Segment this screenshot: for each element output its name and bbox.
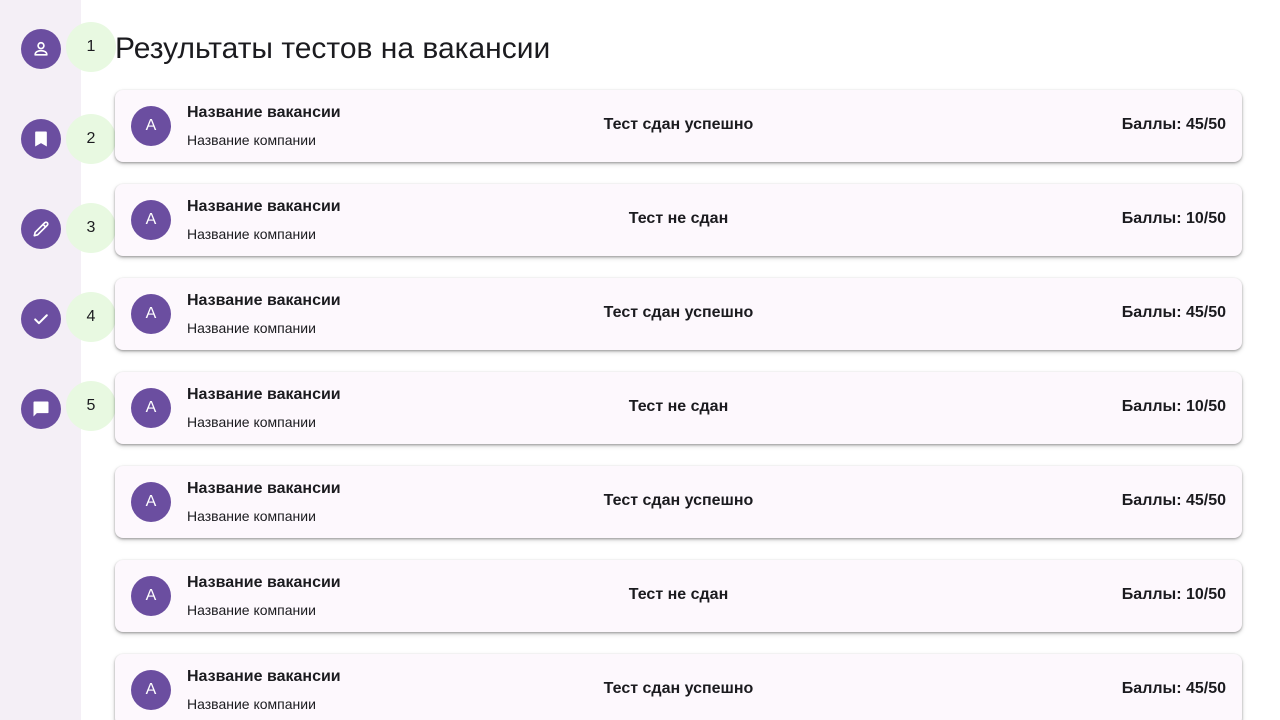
- rail-item-tests[interactable]: [21, 299, 61, 339]
- navigation-rail: [0, 0, 81, 720]
- rail-item-messages[interactable]: [21, 389, 61, 429]
- test-score: Баллы: 45/50: [1121, 492, 1226, 509]
- company-avatar: A: [131, 200, 171, 240]
- test-score: Баллы: 45/50: [1121, 116, 1226, 133]
- company-avatar: A: [131, 388, 171, 428]
- result-card[interactable]: A Название вакансии Название компании Те…: [115, 372, 1242, 444]
- company-name: Название компании: [187, 602, 316, 618]
- company-avatar: A: [131, 294, 171, 334]
- test-score: Баллы: 10/50: [1121, 210, 1226, 227]
- company-avatar: A: [131, 670, 171, 710]
- company-name: Название компании: [187, 696, 316, 712]
- result-card[interactable]: A Название вакансии Название компании Те…: [115, 278, 1242, 350]
- rail-item-edit[interactable]: [21, 209, 61, 249]
- vacancy-title: Название вакансии: [187, 386, 341, 403]
- step-marker: 4: [66, 292, 116, 342]
- rail-item-saved[interactable]: [21, 119, 61, 159]
- page-title: Результаты тестов на вакансии: [115, 32, 551, 65]
- vacancy-title: Название вакансии: [187, 104, 341, 121]
- step-marker: 5: [66, 381, 116, 431]
- pencil-icon: [31, 219, 51, 239]
- company-avatar: A: [131, 482, 171, 522]
- results-list: A Название вакансии Название компании Те…: [115, 90, 1242, 720]
- vacancy-title: Название вакансии: [187, 574, 341, 591]
- result-card[interactable]: A Название вакансии Название компании Те…: [115, 654, 1242, 720]
- step-marker: 1: [66, 22, 116, 72]
- result-card[interactable]: A Название вакансии Название компании Те…: [115, 560, 1242, 632]
- chat-icon: [31, 399, 51, 419]
- company-avatar: A: [131, 106, 171, 146]
- result-card[interactable]: A Название вакансии Название компании Те…: [115, 90, 1242, 162]
- person-icon: [31, 39, 51, 59]
- step-marker: 3: [66, 203, 116, 253]
- vacancy-title: Название вакансии: [187, 668, 341, 685]
- company-name: Название компании: [187, 414, 316, 430]
- company-name: Название компании: [187, 226, 316, 242]
- company-avatar: A: [131, 576, 171, 616]
- company-name: Название компании: [187, 508, 316, 524]
- vacancy-title: Название вакансии: [187, 480, 341, 497]
- test-score: Баллы: 10/50: [1121, 398, 1226, 415]
- test-score: Баллы: 10/50: [1121, 586, 1226, 603]
- company-name: Название компании: [187, 132, 316, 148]
- result-card[interactable]: A Название вакансии Название компании Те…: [115, 184, 1242, 256]
- bookmark-icon: [31, 129, 51, 149]
- test-score: Баллы: 45/50: [1121, 680, 1226, 697]
- step-marker: 2: [66, 114, 116, 164]
- test-score: Баллы: 45/50: [1121, 304, 1226, 321]
- check-icon: [31, 309, 51, 329]
- vacancy-title: Название вакансии: [187, 198, 341, 215]
- page: 1 2 3 4 5 Результаты тестов на вакансии …: [0, 0, 1280, 720]
- vacancy-title: Название вакансии: [187, 292, 341, 309]
- company-name: Название компании: [187, 320, 316, 336]
- rail-item-profile[interactable]: [21, 29, 61, 69]
- result-card[interactable]: A Название вакансии Название компании Те…: [115, 466, 1242, 538]
